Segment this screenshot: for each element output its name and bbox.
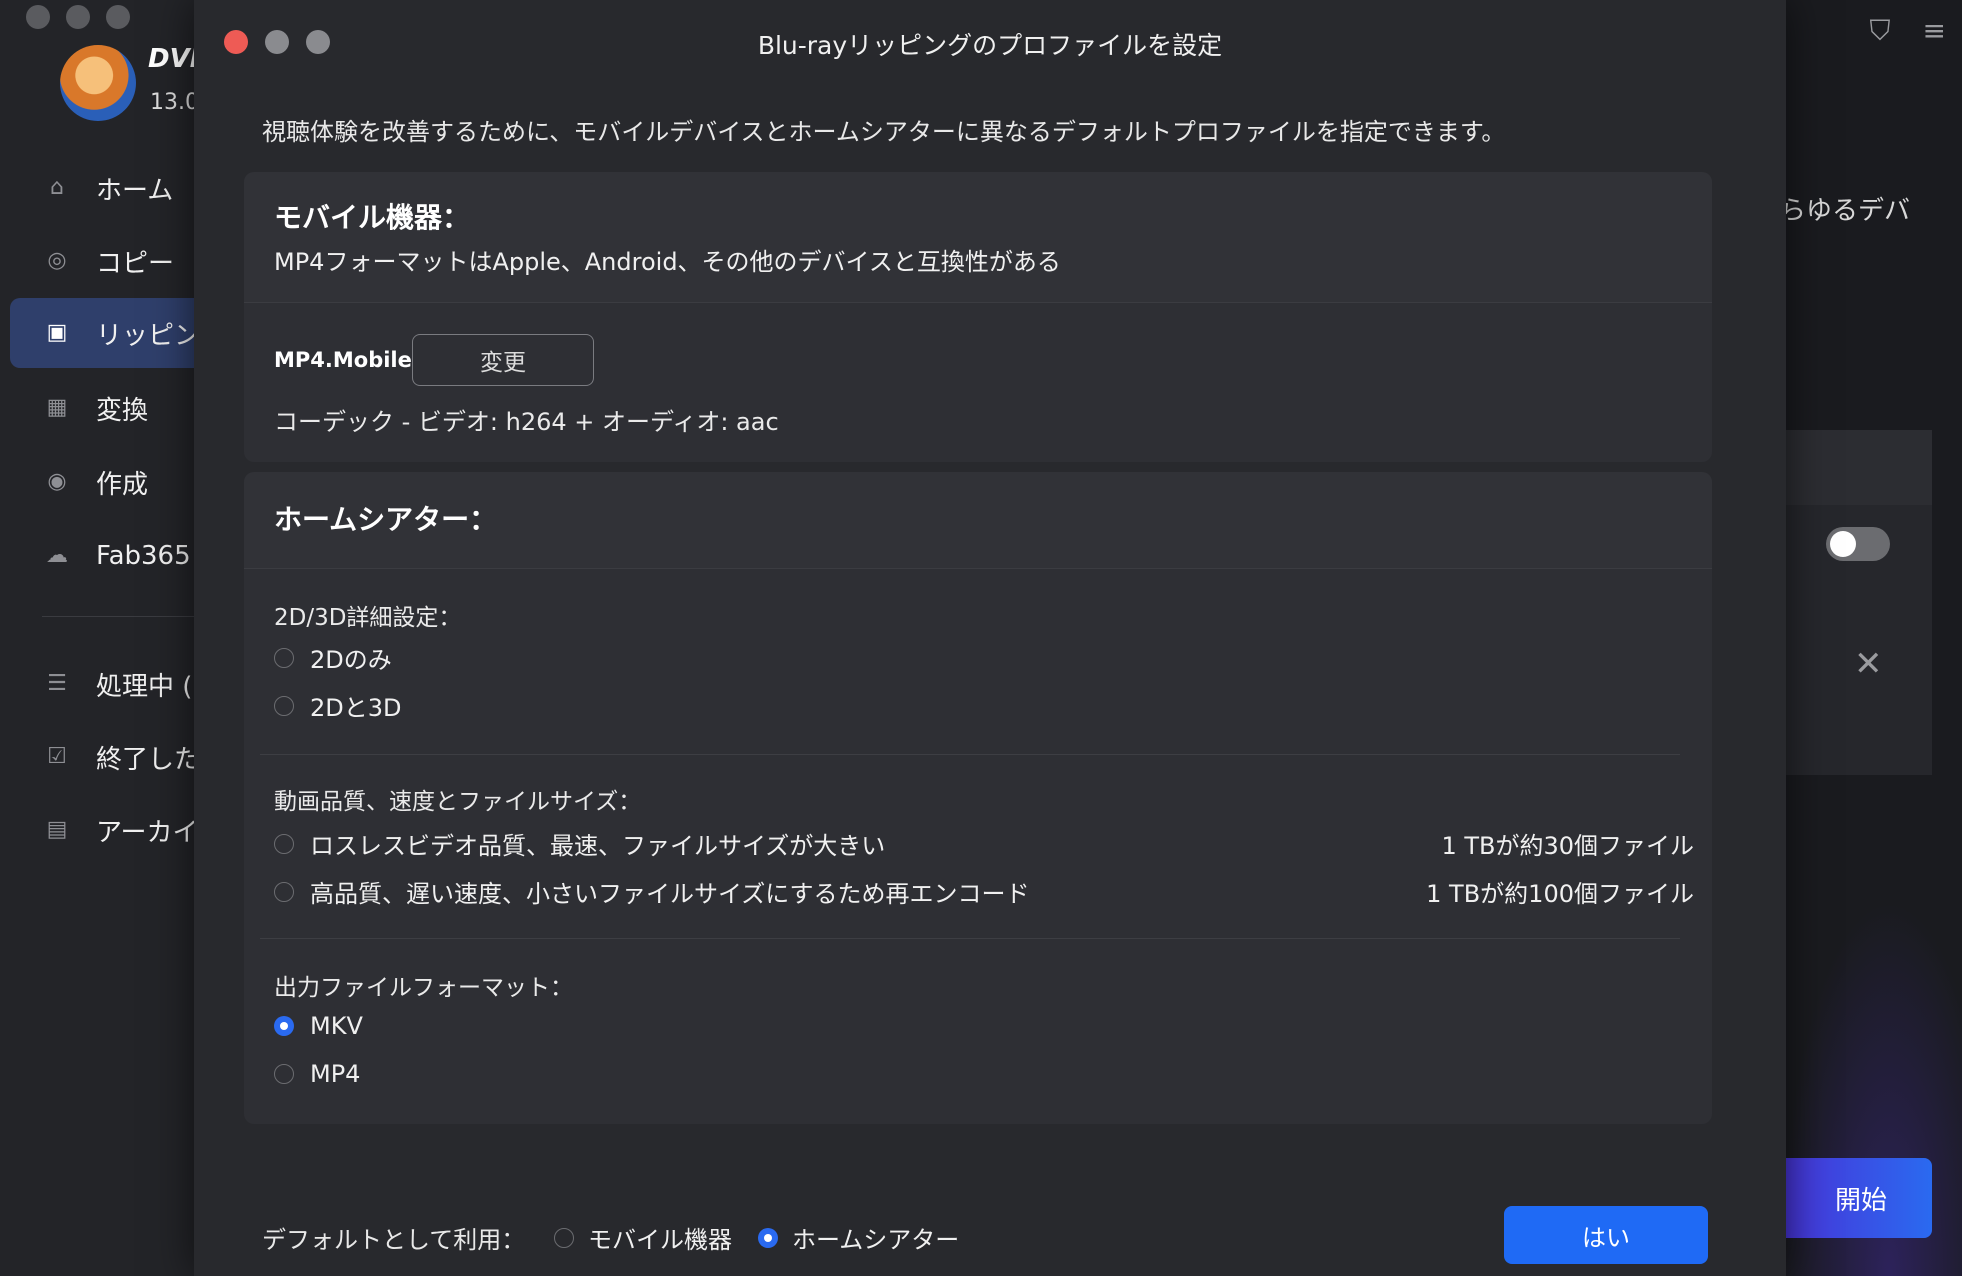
sidebar-item-label: 終了した — [96, 744, 201, 775]
dialog-title: Blu-rayリッピングのプロファイルを設定 — [757, 31, 1223, 60]
sidebar: DVD 13.0 ⌂ ホーム ◎ コピー ▣ リッピン ▦ 変換 ◉ 作成 ☁ … — [0, 0, 211, 1276]
dimension-label: 2D/3D詳細設定： — [274, 605, 462, 631]
sidebar-item-fab365[interactable]: ☁ Fab365 — [0, 521, 200, 591]
app-logo — [60, 45, 136, 121]
option-mp4[interactable]: MP4 — [274, 1060, 360, 1088]
mobile-subtitle: MP4フォーマットはApple、Android、その他のデバイスと互換性がある — [274, 248, 1061, 276]
option-label: 高品質、遅い速度、小さいファイルサイズにするため再エンコード — [310, 880, 1030, 908]
format-label: 出力ファイルフォーマット： — [274, 975, 573, 1001]
radio-button[interactable] — [274, 833, 294, 854]
mobile-card-header: モバイル機器： MP4フォーマットはApple、Android、その他のデバイス… — [244, 172, 1712, 303]
home-title: ホームシアター： — [274, 503, 498, 536]
option-label: 2Dのみ — [310, 646, 392, 674]
option-label: ロスレスビデオ品質、最速、ファイルサイズが大きい — [310, 832, 886, 860]
sidebar-divider — [42, 616, 200, 617]
option-label: 2Dと3D — [310, 694, 402, 722]
background-text: らゆるデバ — [1780, 196, 1911, 226]
background-toggle[interactable] — [1826, 527, 1890, 561]
rip-icon: ▣ — [46, 320, 68, 345]
background-panel-header — [1780, 430, 1932, 505]
radio-button-selected[interactable] — [758, 1227, 778, 1248]
default-home-theater-option[interactable]: ホームシアター — [758, 1220, 959, 1255]
window-controls — [26, 5, 130, 29]
radio-button[interactable] — [554, 1227, 574, 1248]
option-mkv[interactable]: MKV — [274, 1012, 363, 1040]
background-panel — [1780, 430, 1932, 775]
dialog-description: 視聴体験を改善するために、モバイルデバイスとホームシアターに異なるデフォルトプロ… — [262, 118, 1506, 146]
sidebar-item-archive[interactable]: ▤ アーカイ — [0, 795, 200, 865]
mobile-profile-card: モバイル機器： MP4フォーマットはApple、Android、その他のデバイス… — [244, 172, 1712, 462]
sidebar-item-create[interactable]: ◉ 作成 — [0, 447, 200, 517]
sidebar-item-label: 処理中 ( — [96, 671, 193, 702]
radio-button[interactable] — [274, 1064, 294, 1084]
option-2d-and-3d[interactable]: 2Dと3D — [274, 688, 402, 723]
radio-button-selected[interactable] — [274, 1016, 294, 1036]
create-icon: ◉ — [47, 469, 67, 494]
option-reencode[interactable]: 高品質、遅い速度、小さいファイルサイズにするため再エンコード — [274, 874, 1030, 909]
fab365-icon: ☁ — [46, 543, 68, 568]
app-version: 13.0 — [150, 90, 199, 115]
profile-dialog: Blu-rayリッピングのプロファイルを設定 視聴体験を改善するために、モバイル… — [194, 0, 1786, 1276]
sidebar-item-home[interactable]: ⌂ ホーム — [0, 153, 200, 223]
default-mobile-option[interactable]: モバイル機器 — [554, 1220, 732, 1255]
sidebar-item-copy[interactable]: ◎ コピー — [0, 226, 200, 296]
option-label: ホームシアター — [792, 1226, 960, 1254]
lossless-file-estimate: 1 TBが約30個ファイル — [1441, 832, 1694, 860]
mobile-title: モバイル機器： — [274, 201, 471, 234]
option-label: MP4 — [310, 1060, 361, 1088]
sidebar-item-label: 変換 — [96, 395, 149, 426]
sidebar-item-label: アーカイ — [96, 817, 199, 848]
section-divider — [260, 754, 1680, 755]
home-theater-card: ホームシアター： 2D/3D詳細設定： 2Dのみ 2Dと3D 動画品質、速度とフ… — [244, 472, 1712, 1124]
home-card-header: ホームシアター： — [244, 472, 1712, 569]
mobile-profile-name: MP4.Mobile — [274, 348, 412, 372]
sidebar-item-convert[interactable]: ▦ 変換 — [0, 373, 200, 443]
sidebar-item-finished[interactable]: ☑ 終了した — [0, 722, 200, 792]
archive-icon: ▤ — [46, 817, 68, 842]
option-lossless[interactable]: ロスレスビデオ品質、最速、ファイルサイズが大きい — [274, 826, 885, 861]
option-label: MKV — [310, 1012, 363, 1040]
top-toolbar: ⛉ ≡ — [1870, 14, 1946, 48]
radio-button[interactable] — [274, 695, 294, 716]
start-button[interactable]: 開始 — [1770, 1158, 1932, 1238]
sidebar-item-label: 作成 — [96, 469, 149, 500]
default-use-label: デフォルトとして利用： — [262, 1226, 526, 1254]
sidebar-item-ripper[interactable]: ▣ リッピン — [10, 298, 200, 368]
sidebar-item-label: Fab365 — [96, 541, 191, 571]
minimize-window-button[interactable] — [66, 5, 90, 29]
close-window-button[interactable] — [26, 5, 50, 29]
convert-icon: ▦ — [46, 395, 68, 420]
sidebar-item-label: コピー — [96, 248, 175, 279]
radio-button[interactable] — [274, 881, 294, 902]
section-divider — [260, 938, 1680, 939]
shirt-icon[interactable]: ⛉ — [1870, 14, 1891, 48]
quality-label: 動画品質、速度とファイルサイズ： — [274, 789, 642, 815]
option-label: モバイル機器 — [588, 1226, 732, 1254]
change-profile-button[interactable]: 変更 — [412, 334, 594, 386]
reencode-file-estimate: 1 TBが約100個ファイル — [1426, 880, 1694, 908]
sidebar-item-processing[interactable]: ☰ 処理中 ( — [0, 649, 200, 719]
zoom-window-button[interactable] — [106, 5, 130, 29]
sidebar-item-label: ホーム — [96, 175, 174, 206]
home-icon: ⌂ — [50, 175, 64, 200]
close-icon[interactable]: ✕ — [1854, 644, 1883, 684]
radio-button[interactable] — [274, 647, 294, 668]
copy-icon: ◎ — [47, 248, 67, 273]
codec-info: コーデック - ビデオ: h264 + オーディオ: aac — [274, 408, 779, 436]
ok-button[interactable]: はい — [1504, 1206, 1708, 1264]
option-2d-only[interactable]: 2Dのみ — [274, 640, 392, 675]
processing-icon: ☰ — [47, 671, 67, 696]
sidebar-item-label: リッピン — [96, 320, 201, 351]
menu-icon[interactable]: ≡ — [1923, 14, 1946, 48]
finished-icon: ☑ — [47, 744, 67, 769]
